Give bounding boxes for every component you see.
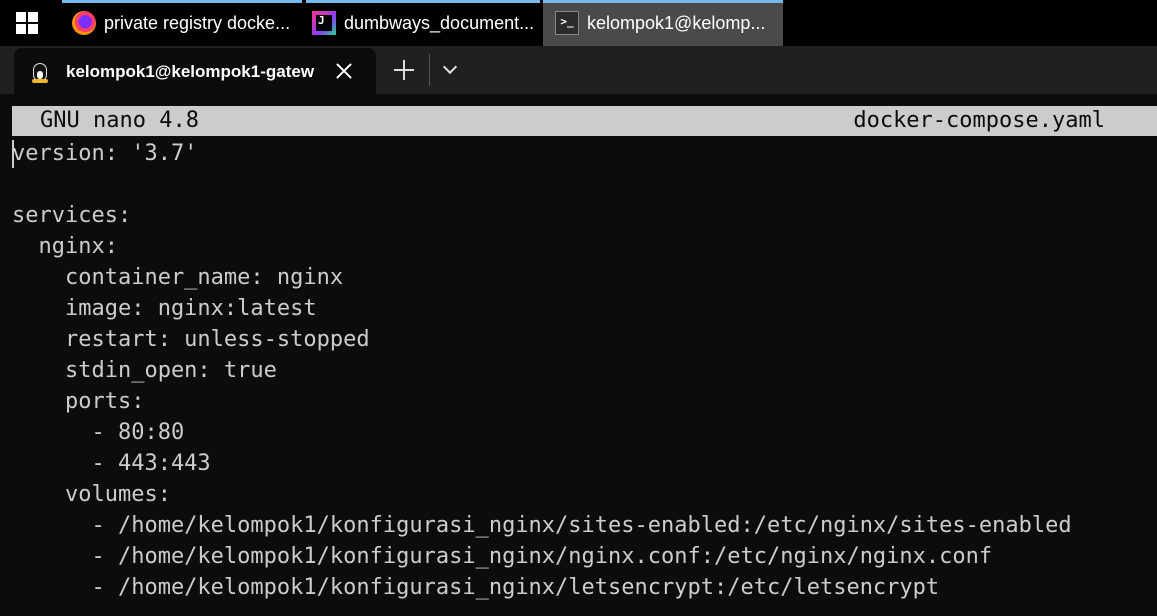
taskbar-item-label: dumbways_document... — [344, 12, 535, 33]
editor-line: - /home/kelompok1/konfigurasi_nginx/lets… — [12, 575, 940, 600]
editor-line: - 80:80 — [12, 420, 185, 445]
chevron-down-icon[interactable] — [440, 60, 460, 80]
active-window-indicator — [306, 0, 540, 3]
nano-filename: docker-compose.yaml — [853, 108, 1105, 133]
close-tab-icon[interactable] — [332, 59, 356, 83]
editor-line: container_name: nginx — [12, 265, 344, 290]
terminal-content[interactable]: GNU nano 4.8 docker-compose.yaml version… — [0, 94, 1157, 616]
taskbar-item-jetbrains[interactable]: J dumbways_document... — [306, 0, 540, 46]
windows-start-icon[interactable] — [16, 12, 38, 34]
active-window-indicator — [62, 0, 302, 3]
taskbar-item-label: private registry docke... — [104, 12, 291, 33]
taskbar-item-firefox[interactable]: private registry docke... — [62, 0, 302, 46]
terminal-icon: >_ — [555, 11, 579, 35]
terminal-tab-title: kelompok1@kelompok1-gatew — [66, 62, 315, 81]
terminal-tab[interactable]: kelompok1@kelompok1-gatew — [14, 48, 376, 94]
nano-version: GNU nano 4.8 — [40, 108, 199, 133]
editor-line: nginx: — [12, 234, 118, 259]
editor-line: image: nginx:latest — [12, 296, 317, 321]
editor-line: - 443:443 — [12, 451, 211, 476]
editor-line: restart: unless-stopped — [12, 327, 370, 352]
editor-line: volumes: — [12, 482, 171, 507]
editor-line: services: — [12, 203, 132, 228]
linux-penguin-icon — [30, 60, 50, 84]
editor-line: stdin_open: true — [12, 358, 277, 383]
editor-line: version: '3.7' — [12, 141, 198, 166]
editor-line: ports: — [12, 389, 145, 414]
taskbar: private registry docke... J dumbways_doc… — [0, 0, 1157, 46]
taskbar-item-terminal[interactable]: >_ kelompok1@kelomp... — [543, 0, 783, 46]
active-window-indicator — [543, 0, 783, 3]
new-tab-icon[interactable] — [392, 58, 416, 82]
taskbar-item-label: kelompok1@kelomp... — [587, 12, 766, 33]
firefox-icon — [72, 11, 96, 35]
jetbrains-icon: J — [312, 11, 336, 35]
terminal-tab-strip: kelompok1@kelompok1-gatew — [0, 46, 1157, 94]
editor-line: - /home/kelompok1/konfigurasi_nginx/ngin… — [12, 544, 993, 569]
nano-title-bar: GNU nano 4.8 docker-compose.yaml — [12, 106, 1157, 136]
editor-line: - /home/kelompok1/konfigurasi_nginx/site… — [12, 513, 1072, 538]
divider — [429, 54, 430, 86]
text-cursor — [12, 140, 14, 168]
editor-buffer[interactable]: version: '3.7' services: nginx: containe… — [12, 138, 1072, 603]
